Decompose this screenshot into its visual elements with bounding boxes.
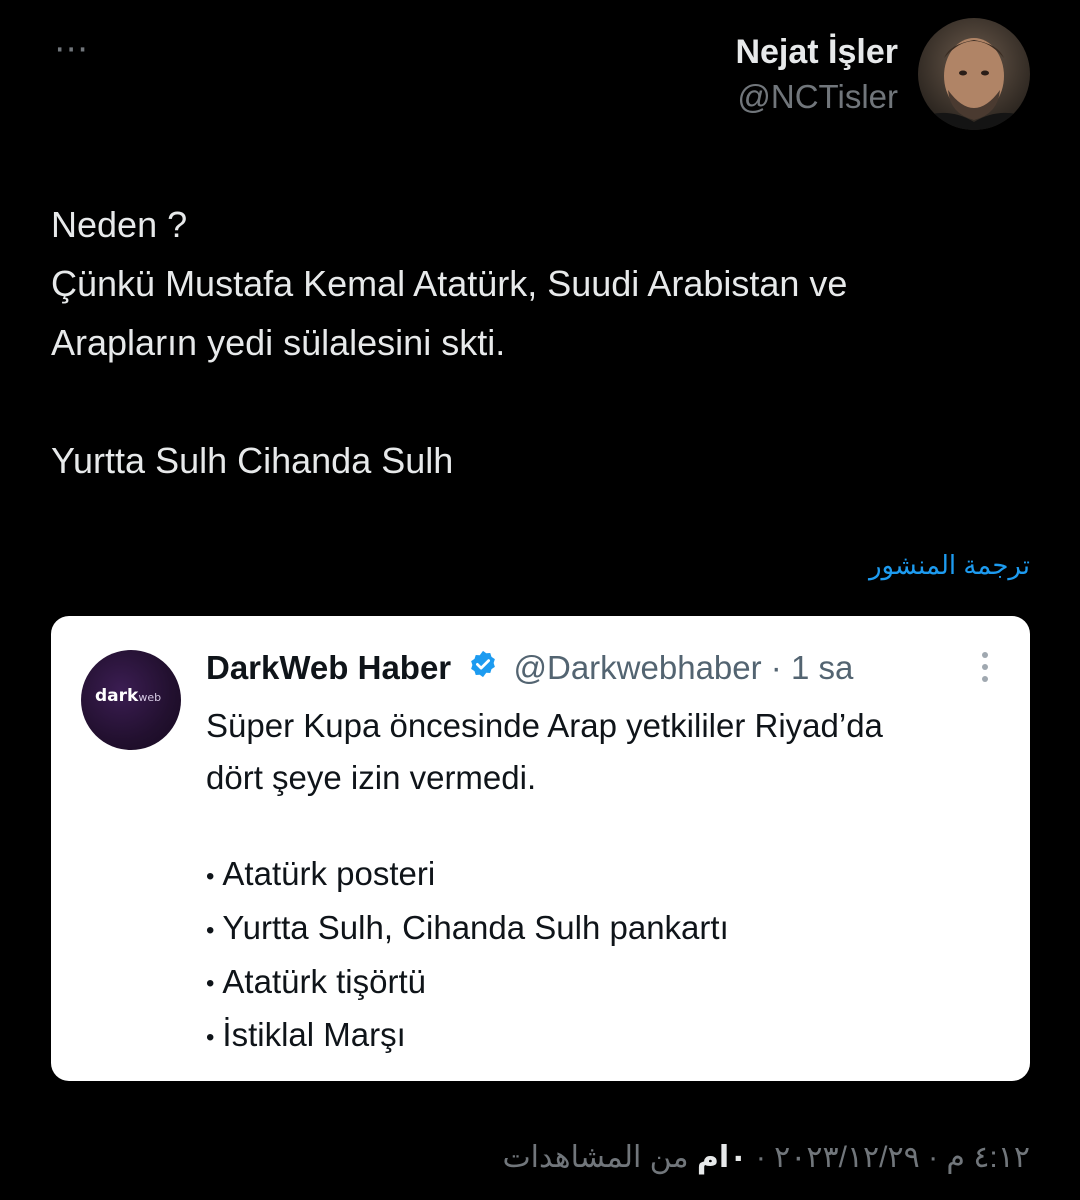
list-item: • Yurtta Sulh, Cihanda Sulh pankartı [206,902,1006,956]
quoted-timestamp[interactable]: 1 sa [791,649,853,686]
bullet-glyph: • [206,916,215,944]
quoted-bullet-list: • Atatürk posteri • Yurtta Sulh, Cihanda S… [206,848,1006,1063]
tweet-line-1: Neden ? [51,204,188,245]
darkweb-logo-web: web [138,691,162,704]
author-name[interactable]: Nejat İşler [735,32,898,72]
bullet-text: İstiklal Marşı [222,1016,406,1054]
translate-post-link[interactable]: ترجمة المنشور [869,550,1030,581]
quoted-gap [206,804,1006,848]
bullet-text: Atatürk posteri [222,855,436,892]
list-item: • Atatürk tişörtü [206,956,1006,1010]
author-avatar[interactable] [918,18,1030,130]
quoted-separator: · [770,649,782,686]
tweet-line-3: Arapların yedi sülalesini skti. [51,322,506,363]
author-handle[interactable]: @NCTisler [735,76,898,118]
verified-badge-icon [468,646,498,690]
quoted-text-line-2: dört şeye izin vermedi. [206,759,537,796]
bullet-glyph: • [206,1024,215,1052]
post-timestamp[interactable]: ٤:١٢ م · ٢٠٢٣/١٢/٢٩ · [756,1141,1030,1174]
quoted-avatar[interactable]: darkweb [81,650,181,750]
tweet-footer: ٤:١٢ م · ٢٠٢٣/١٢/٢٩ · ٠ام من المشاهدات [502,1140,1030,1175]
views-count[interactable]: ٠ام [697,1141,748,1174]
tweet-line-2: Çünkü Mustafa Kemal Atatürk, Suudi Arabi… [51,263,848,304]
bullet-text: Atatürk tişörtü [222,962,426,1000]
quoted-text-line-1: Süper Kupa öncesinde Arap yetkililer Riy… [206,707,883,744]
bullet-text: Yurtta Sulh, Cihanda Sulh pankartı [222,908,729,946]
darkweb-logo-dark: dark [95,686,139,706]
bullet-glyph: • [206,970,215,998]
quoted-header: DarkWeb Haber @Darkwebhaber · 1 sa [206,646,853,694]
quoted-more-icon[interactable] [982,652,990,688]
quoted-body: Süper Kupa öncesinde Arap yetkililer Riy… [206,700,1006,1063]
more-options-icon[interactable]: ⋯ [54,32,89,66]
quoted-author-handle[interactable]: @Darkwebhaber [514,649,762,686]
avatar-photo [918,18,1030,130]
list-item: • Atatürk posteri [206,848,1006,902]
list-item: • İstiklal Marşı [206,1009,1006,1063]
bullet-glyph: • [206,862,215,890]
tweet-line-4: Yurtta Sulh Cihanda Sulh [51,440,454,481]
darkweb-logo: darkweb [95,686,161,706]
author-block[interactable]: Nejat İşler @NCTisler [735,32,898,118]
quoted-author-name[interactable]: DarkWeb Haber [206,649,451,686]
quoted-tweet-card[interactable]: darkweb DarkWeb Haber @Darkwebhaber · 1 … [51,616,1030,1081]
tweet-text: Neden ? Çünkü Mustafa Kemal Atatürk, Suu… [51,195,1041,490]
views-label: من المشاهدات [502,1141,689,1174]
